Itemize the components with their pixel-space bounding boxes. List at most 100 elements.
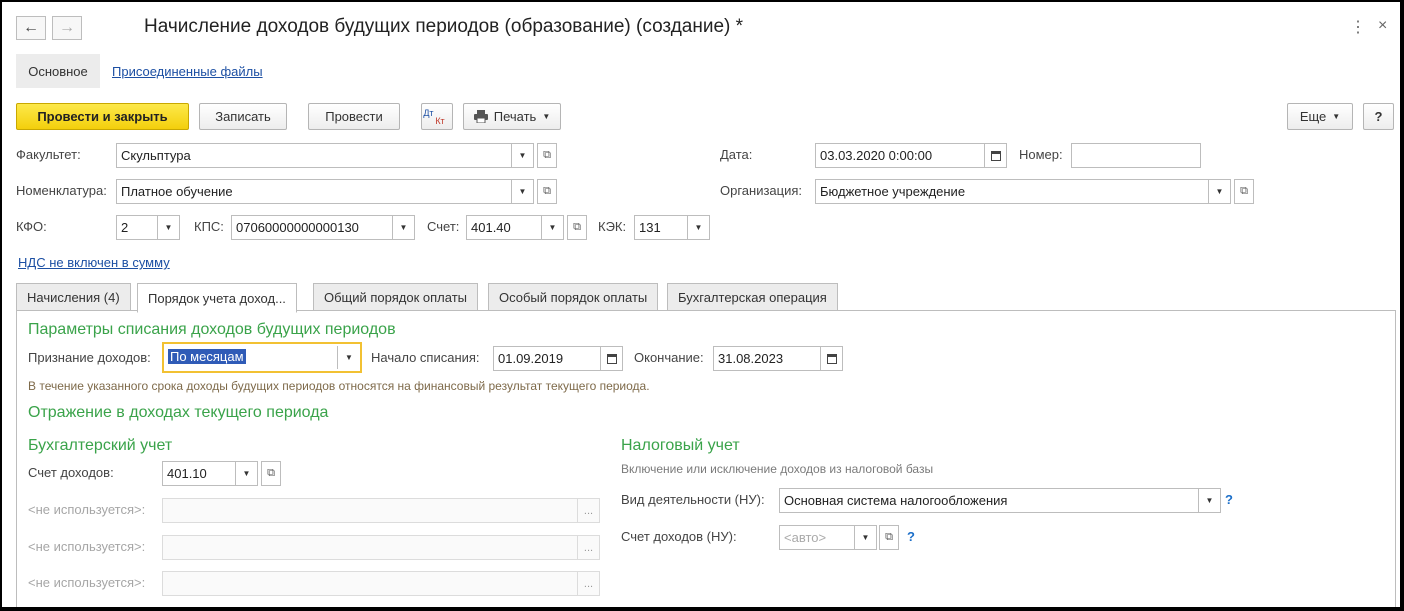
kps-field[interactable]: 07060000000000130 (231, 215, 393, 240)
date-field[interactable]: 03.03.2020 0:00:00 (815, 143, 985, 168)
organization-dropdown[interactable]: ▼ (1209, 179, 1231, 204)
nomenclature-open-button[interactable]: ⧉ (537, 179, 557, 204)
document-window: ← → Начисление доходов будущих периодов … (2, 2, 1400, 607)
recognition-value: По месяцам (168, 349, 246, 364)
print-label: Печать (493, 109, 537, 124)
tax-account-field[interactable]: <авто> (779, 525, 855, 550)
kfo-dropdown[interactable]: ▼ (158, 215, 180, 240)
close-icon[interactable]: × (1378, 17, 1387, 35)
chevron-down-icon: ▼ (542, 112, 551, 121)
account-open-button[interactable]: ⧉ (567, 215, 587, 240)
tax-account-help-icon[interactable]: ? (907, 529, 915, 544)
account-dropdown[interactable]: ▼ (542, 215, 564, 240)
tab-main-label: Основное (28, 63, 88, 79)
unused-label-3: <не используется>: (28, 575, 146, 590)
income-account-field[interactable]: 401.10 (162, 461, 236, 486)
forward-button[interactable]: → (52, 16, 82, 40)
unused-field-2 (162, 535, 578, 560)
arrow-right-icon: → (59, 19, 75, 36)
date-label: Дата: (720, 147, 753, 162)
recognition-dropdown[interactable]: ▼ (337, 346, 360, 369)
income-account-open-button[interactable]: ⧉ (261, 461, 281, 486)
recognition-select[interactable]: По месяцам ▼ (162, 342, 362, 373)
organization-open-button[interactable]: ⧉ (1234, 179, 1254, 204)
calendar-icon (826, 353, 837, 364)
tax-note: Включение или исключение доходов из нало… (621, 462, 934, 476)
nomenclature-label: Номенклатура: (16, 183, 107, 198)
params-heading: Параметры списания доходов будущих перио… (28, 321, 396, 338)
ellipsis-icon: ... (583, 542, 594, 554)
chevron-down-icon: ▼ (518, 151, 527, 160)
help-button[interactable]: ? (1363, 103, 1394, 130)
kps-dropdown[interactable]: ▼ (393, 215, 415, 240)
open-window-icon: ⧉ (885, 531, 893, 543)
print-button[interactable]: Печать ▼ (463, 103, 561, 130)
organization-field[interactable]: Бюджетное учреждение (815, 179, 1209, 204)
post-button[interactable]: Провести (308, 103, 400, 130)
account-label: Счет: (427, 219, 460, 234)
chevron-down-icon: ▼ (548, 223, 557, 232)
tax-account-dropdown[interactable]: ▼ (855, 525, 877, 550)
income-account-dropdown[interactable]: ▼ (236, 461, 258, 486)
unused-field-1 (162, 498, 578, 523)
activity-dropdown[interactable]: ▼ (1199, 488, 1221, 513)
tab-income-accounting-order[interactable]: Порядок учета доход... (137, 283, 297, 313)
kek-field[interactable]: 131 (634, 215, 688, 240)
period-note: В течение указанного срока доходы будущи… (28, 379, 650, 393)
window-title: Начисление доходов будущих периодов (обр… (144, 16, 744, 37)
unused-field-3 (162, 571, 578, 596)
chevron-down-icon: ▼ (1332, 112, 1341, 121)
faculty-open-button[interactable]: ⧉ (537, 143, 557, 168)
arrow-left-icon: ← (23, 19, 39, 36)
kek-dropdown[interactable]: ▼ (688, 215, 710, 240)
unused-select-button-3: ... (578, 571, 600, 596)
date-calendar-button[interactable] (985, 143, 1007, 168)
nomenclature-field[interactable]: Платное обучение (116, 179, 512, 204)
kfo-field[interactable]: 2 (116, 215, 158, 240)
recognition-label: Признание доходов: (28, 350, 151, 365)
post-and-close-button[interactable]: Провести и закрыть (16, 103, 189, 130)
printer-icon (473, 110, 488, 123)
vat-link[interactable]: НДС не включен в сумму (18, 255, 170, 270)
tab-accruals[interactable]: Начисления (4) (16, 283, 131, 311)
number-field[interactable] (1071, 143, 1201, 168)
open-window-icon: ⧉ (573, 221, 581, 233)
back-button[interactable]: ← (16, 16, 46, 40)
chevron-down-icon: ▼ (694, 223, 703, 232)
dt-kt-icon: Дт Кт (423, 107, 445, 126)
calendar-icon (606, 353, 617, 364)
end-label: Окончание: (634, 350, 704, 365)
more-actions-icon[interactable]: ⋮ (1350, 17, 1366, 37)
tax-account-open-button[interactable]: ⧉ (879, 525, 899, 550)
start-calendar-button[interactable] (601, 346, 623, 371)
end-calendar-button[interactable] (821, 346, 843, 371)
open-window-icon: ⧉ (1240, 185, 1248, 197)
end-date-field[interactable]: 31.08.2023 (713, 346, 821, 371)
attached-files-link[interactable]: Присоединенные файлы (112, 64, 263, 79)
income-account-label: Счет доходов: (28, 465, 114, 480)
chevron-down-icon: ▼ (861, 533, 870, 542)
tab-accounting-operation[interactable]: Бухгалтерская операция (667, 283, 838, 311)
tab-general-payment-order[interactable]: Общий порядок оплаты (313, 283, 478, 311)
dt-kt-button[interactable]: Дт Кт (421, 103, 453, 130)
faculty-dropdown[interactable]: ▼ (512, 143, 534, 168)
account-field[interactable]: 401.40 (466, 215, 542, 240)
chevron-down-icon: ▼ (1215, 187, 1224, 196)
nomenclature-dropdown[interactable]: ▼ (512, 179, 534, 204)
activity-field[interactable]: Основная система налогообложения (779, 488, 1199, 513)
activity-help-icon[interactable]: ? (1225, 492, 1233, 507)
accounting-heading: Бухгалтерский учет (28, 437, 173, 454)
chevron-down-icon: ▼ (164, 223, 173, 232)
tax-heading: Налоговый учет (621, 437, 740, 454)
save-button[interactable]: Записать (199, 103, 287, 130)
chevron-down-icon: ▼ (345, 353, 353, 362)
more-button[interactable]: Еще ▼ (1287, 103, 1353, 130)
start-date-field[interactable]: 01.09.2019 (493, 346, 601, 371)
tax-account-label: Счет доходов (НУ): (621, 529, 737, 544)
tab-special-payment-order[interactable]: Особый порядок оплаты (488, 283, 659, 311)
faculty-field[interactable]: Скульптура (116, 143, 512, 168)
tab-main[interactable]: Основное (16, 54, 100, 88)
chevron-down-icon: ▼ (518, 187, 527, 196)
ellipsis-icon: ... (583, 505, 594, 517)
chevron-down-icon: ▼ (242, 469, 251, 478)
